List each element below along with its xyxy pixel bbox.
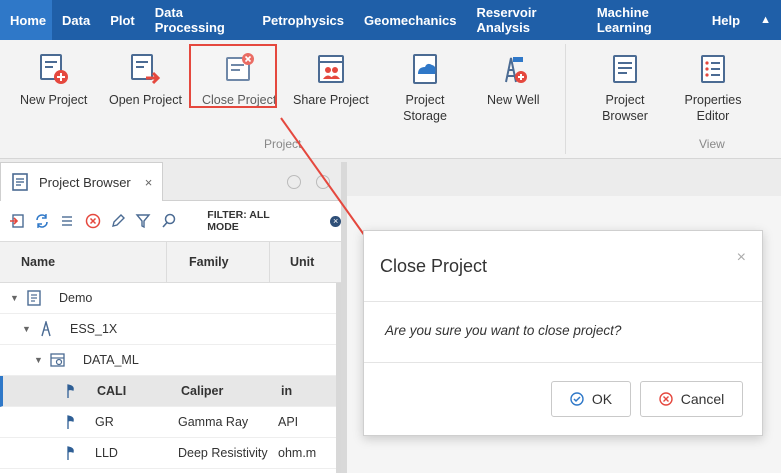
dialog-body: Are you sure you want to close project? <box>364 301 762 363</box>
check-circle-icon <box>570 392 584 406</box>
dialog-message: Are you sure you want to close project? <box>385 323 622 338</box>
dialog-title: Close Project <box>380 256 488 276</box>
cancel-circle-icon <box>659 392 673 406</box>
cancel-label: Cancel <box>680 391 725 407</box>
dialog-close-icon[interactable]: × <box>737 249 746 267</box>
close-project-dialog: Close Project × Are you sure you want to… <box>363 230 763 436</box>
dialog-header: Close Project × <box>364 231 762 302</box>
ok-button[interactable]: OK <box>551 381 631 417</box>
ok-label: OK <box>591 391 613 407</box>
cancel-button[interactable]: Cancel <box>640 381 743 417</box>
